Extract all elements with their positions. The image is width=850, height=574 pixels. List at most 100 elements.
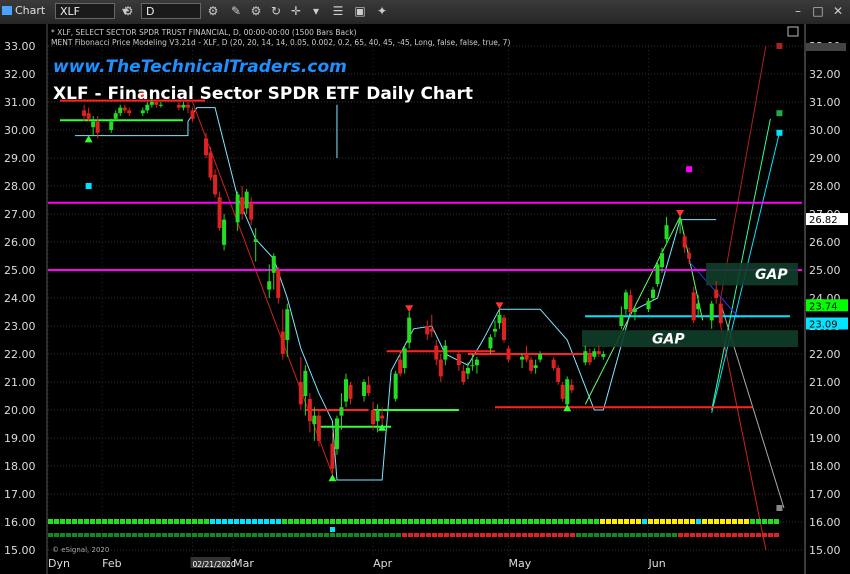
- y-tick-label-left: 21.00: [4, 376, 36, 389]
- signal-cell-top: [630, 519, 635, 524]
- y-tick-label-right: 22.00: [809, 348, 841, 361]
- interval-input[interactable]: D: [141, 3, 201, 19]
- price-badge-label: 23.09: [809, 319, 838, 330]
- candle-body: [587, 354, 592, 363]
- signal-cell-bottom: [318, 533, 323, 537]
- signal-cell-top: [294, 519, 299, 524]
- signal-cell-bottom: [132, 533, 137, 537]
- chart-tab[interactable]: Chart: [2, 3, 46, 19]
- signal-cell-bottom: [186, 533, 191, 537]
- interval-value: D: [146, 5, 155, 18]
- candle-body: [651, 289, 656, 298]
- signal-cell-top: [258, 519, 263, 524]
- candle-body: [497, 314, 502, 324]
- candle-body: [222, 219, 227, 245]
- chart-app-icon: [2, 6, 12, 15]
- signal-cell-top: [552, 519, 557, 524]
- candle-body: [118, 107, 123, 114]
- signal-cell-top: [762, 519, 767, 524]
- y-tick-label-left: 30.00: [4, 124, 36, 137]
- maximize-icon[interactable]: □: [810, 3, 826, 19]
- y-tick-label-right: 18.00: [809, 460, 841, 473]
- candle-body: [380, 415, 385, 419]
- candle-body: [303, 370, 308, 396]
- signal-cell-top: [318, 519, 323, 524]
- signal-cell-top: [498, 519, 503, 524]
- signal-cell-top: [426, 519, 431, 524]
- draw-icon[interactable]: ✎: [228, 3, 244, 19]
- candle-body: [330, 443, 335, 469]
- signal-cell-top: [276, 519, 281, 524]
- signal-cell-bottom: [72, 533, 77, 537]
- price-chart[interactable]: 33.0033.0032.0032.0031.0031.0030.0030.00…: [0, 24, 850, 574]
- signal-cell-top: [300, 519, 305, 524]
- candle-body: [407, 317, 412, 343]
- signal-cell-bottom: [288, 533, 293, 537]
- y-tick-label-left: 26.00: [4, 236, 36, 249]
- signal-cell-bottom: [684, 533, 689, 537]
- signal-marker: [330, 527, 335, 532]
- candle-body: [429, 328, 434, 332]
- candle-body: [529, 359, 534, 371]
- candle-body: [596, 351, 601, 354]
- signal-cell-top: [534, 519, 539, 524]
- candle-body: [235, 194, 240, 223]
- signal-cell-bottom: [126, 533, 131, 537]
- signal-cell-bottom: [762, 533, 767, 537]
- candle-body: [398, 359, 403, 374]
- signal-cell-bottom: [594, 533, 599, 537]
- signal-cell-top: [546, 519, 551, 524]
- signal-cell-top: [162, 519, 167, 524]
- signal-cell-bottom: [522, 533, 527, 537]
- y-tick-label-right: 26.00: [809, 236, 841, 249]
- interval-gear-icon[interactable]: ⚙: [205, 3, 221, 19]
- signal-cell-bottom: [582, 533, 587, 537]
- minimize-icon[interactable]: –: [790, 3, 806, 19]
- refresh-icon[interactable]: ↻: [268, 3, 284, 19]
- candle-body: [538, 354, 543, 360]
- candle-body: [592, 351, 597, 357]
- settings-icon[interactable]: ⚙: [248, 3, 264, 19]
- symbol-value: XLF: [60, 5, 80, 18]
- signal-cell-top: [726, 519, 731, 524]
- signal-cell-bottom: [474, 533, 479, 537]
- signal-cell-top: [288, 519, 293, 524]
- signal-cell-top: [606, 519, 611, 524]
- signal-cell-top: [588, 519, 593, 524]
- candle-body: [122, 107, 127, 111]
- signal-cell-bottom: [84, 533, 89, 537]
- signal-cell-bottom: [354, 533, 359, 537]
- candle-body: [240, 197, 245, 214]
- candle-body: [280, 331, 285, 354]
- signal-cell-bottom: [270, 533, 275, 537]
- signal-cell-top: [438, 519, 443, 524]
- crosshair-icon[interactable]: ✛: [288, 3, 304, 19]
- candle-body: [298, 382, 303, 405]
- bars-icon[interactable]: ☰: [330, 3, 346, 19]
- signal-cell-top: [96, 519, 101, 524]
- signal-cell-top: [402, 519, 407, 524]
- signal-cell-top: [474, 519, 479, 524]
- signal-cell-bottom: [630, 533, 635, 537]
- signal-cell-bottom: [552, 533, 557, 537]
- copyright: © eSignal, 2020: [52, 546, 109, 554]
- candle-body: [362, 382, 367, 396]
- signal-cell-top: [558, 519, 563, 524]
- signal-cell-bottom: [720, 533, 725, 537]
- close-icon[interactable]: ✕: [830, 3, 846, 19]
- candle-body: [285, 309, 290, 340]
- save-icon[interactable]: ▣: [352, 3, 368, 19]
- candle-body: [91, 121, 96, 128]
- signal-cell-top: [756, 519, 761, 524]
- signal-cell-bottom: [150, 533, 155, 537]
- symbol-input[interactable]: XLF: [55, 3, 115, 19]
- signal-cell-bottom: [54, 533, 59, 537]
- dropdown-arrow-icon[interactable]: ▾: [308, 3, 324, 19]
- signal-cell-top: [72, 519, 77, 524]
- signal-cell-top: [126, 519, 131, 524]
- signal-cell-bottom: [666, 533, 671, 537]
- signal-cell-bottom: [396, 533, 401, 537]
- signal-cell-bottom: [468, 533, 473, 537]
- gear-icon[interactable]: ⚙: [120, 3, 136, 19]
- pin-icon[interactable]: ✦: [374, 3, 390, 19]
